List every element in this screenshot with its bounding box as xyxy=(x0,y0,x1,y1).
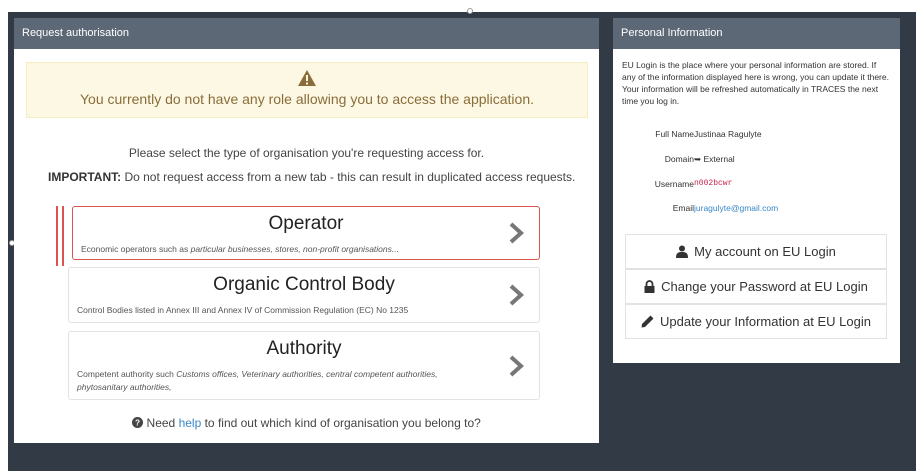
email-value[interactable]: juragulyte@gmail.com xyxy=(694,203,778,213)
option-title: Authority xyxy=(266,338,342,359)
option-title: Organic Control Body xyxy=(213,274,395,295)
option-description: Economic operators such as particular bu… xyxy=(73,243,539,256)
update-info-label: Update your Information at EU Login xyxy=(659,314,871,329)
alert-message: You currently do not have any role allow… xyxy=(80,91,534,107)
option-title: Operator xyxy=(268,213,344,234)
panel-title: Personal Information xyxy=(613,18,900,49)
important-text: Do not request access from a new tab - t… xyxy=(121,170,576,184)
help-link[interactable]: help xyxy=(179,416,202,430)
username-label: Username xyxy=(654,179,694,189)
chevron-right-icon xyxy=(509,355,524,376)
no-role-alert: You currently do not have any role allow… xyxy=(26,62,588,118)
domain-value: External xyxy=(703,154,735,164)
help-post: to find out which kind of organisation y… xyxy=(201,416,481,430)
help-line: ? Need help to find out which kind of or… xyxy=(14,416,599,430)
personal-information-panel: Personal Information EU Login is the pla… xyxy=(613,18,900,363)
question-circle-icon: ? xyxy=(132,417,144,428)
selection-indicator xyxy=(62,206,64,266)
selection-indicator xyxy=(56,206,58,266)
option-authority[interactable]: Authority Competent authority such Custo… xyxy=(68,331,540,400)
change-password-label: Change your Password at EU Login xyxy=(661,279,868,294)
svg-text:?: ? xyxy=(135,419,140,428)
full-name-label: Full Name xyxy=(655,129,694,139)
important-label: IMPORTANT: xyxy=(48,170,122,184)
desc-plain: Control Bodies listed in Annex III and A… xyxy=(77,305,409,315)
my-account-button[interactable]: My account on EU Login xyxy=(625,234,887,269)
my-account-label: My account on EU Login xyxy=(694,244,836,259)
important-note: IMPORTANT: Do not request access from a … xyxy=(48,170,575,184)
full-name-value: Justinaa Ragulyte xyxy=(694,129,762,139)
desc-italic: particular businesses, stores, non-profi… xyxy=(190,244,399,254)
chevron-right-icon xyxy=(509,222,524,244)
update-info-button[interactable]: Update your Information at EU Login xyxy=(625,304,887,339)
selection-handle-top xyxy=(467,8,473,14)
help-pre: Need xyxy=(146,416,179,430)
desc-plain: Economic operators such as xyxy=(81,244,191,254)
option-organic-control-body[interactable]: Organic Control Body Control Bodies list… xyxy=(68,267,540,323)
option-description: Competent authority such Customs offices… xyxy=(69,368,539,394)
change-password-button[interactable]: Change your Password at EU Login xyxy=(625,269,887,304)
warning-icon xyxy=(298,70,316,86)
request-authorisation-panel: Request authorisation You currently do n… xyxy=(14,18,599,443)
external-login-icon: ➥ xyxy=(694,154,702,164)
pencil-icon xyxy=(641,315,654,328)
desc-plain: Competent authority such xyxy=(77,369,177,379)
option-description: Control Bodies listed in Annex III and A… xyxy=(69,304,539,317)
user-icon xyxy=(676,245,689,258)
intro-text: Please select the type of organisation y… xyxy=(128,146,485,160)
username-value: n002bcwr xyxy=(694,179,733,188)
option-operator[interactable]: Operator Economic operators such as part… xyxy=(72,206,540,260)
eu-login-description: EU Login is the place where your persona… xyxy=(622,60,889,106)
chevron-right-icon xyxy=(509,284,524,306)
domain-label: Domain xyxy=(664,154,694,164)
panel-title: Request authorisation xyxy=(14,18,599,49)
lock-icon xyxy=(644,280,655,293)
domain-value-wrap: ➥ External xyxy=(694,154,735,165)
email-label: Email xyxy=(672,203,694,213)
